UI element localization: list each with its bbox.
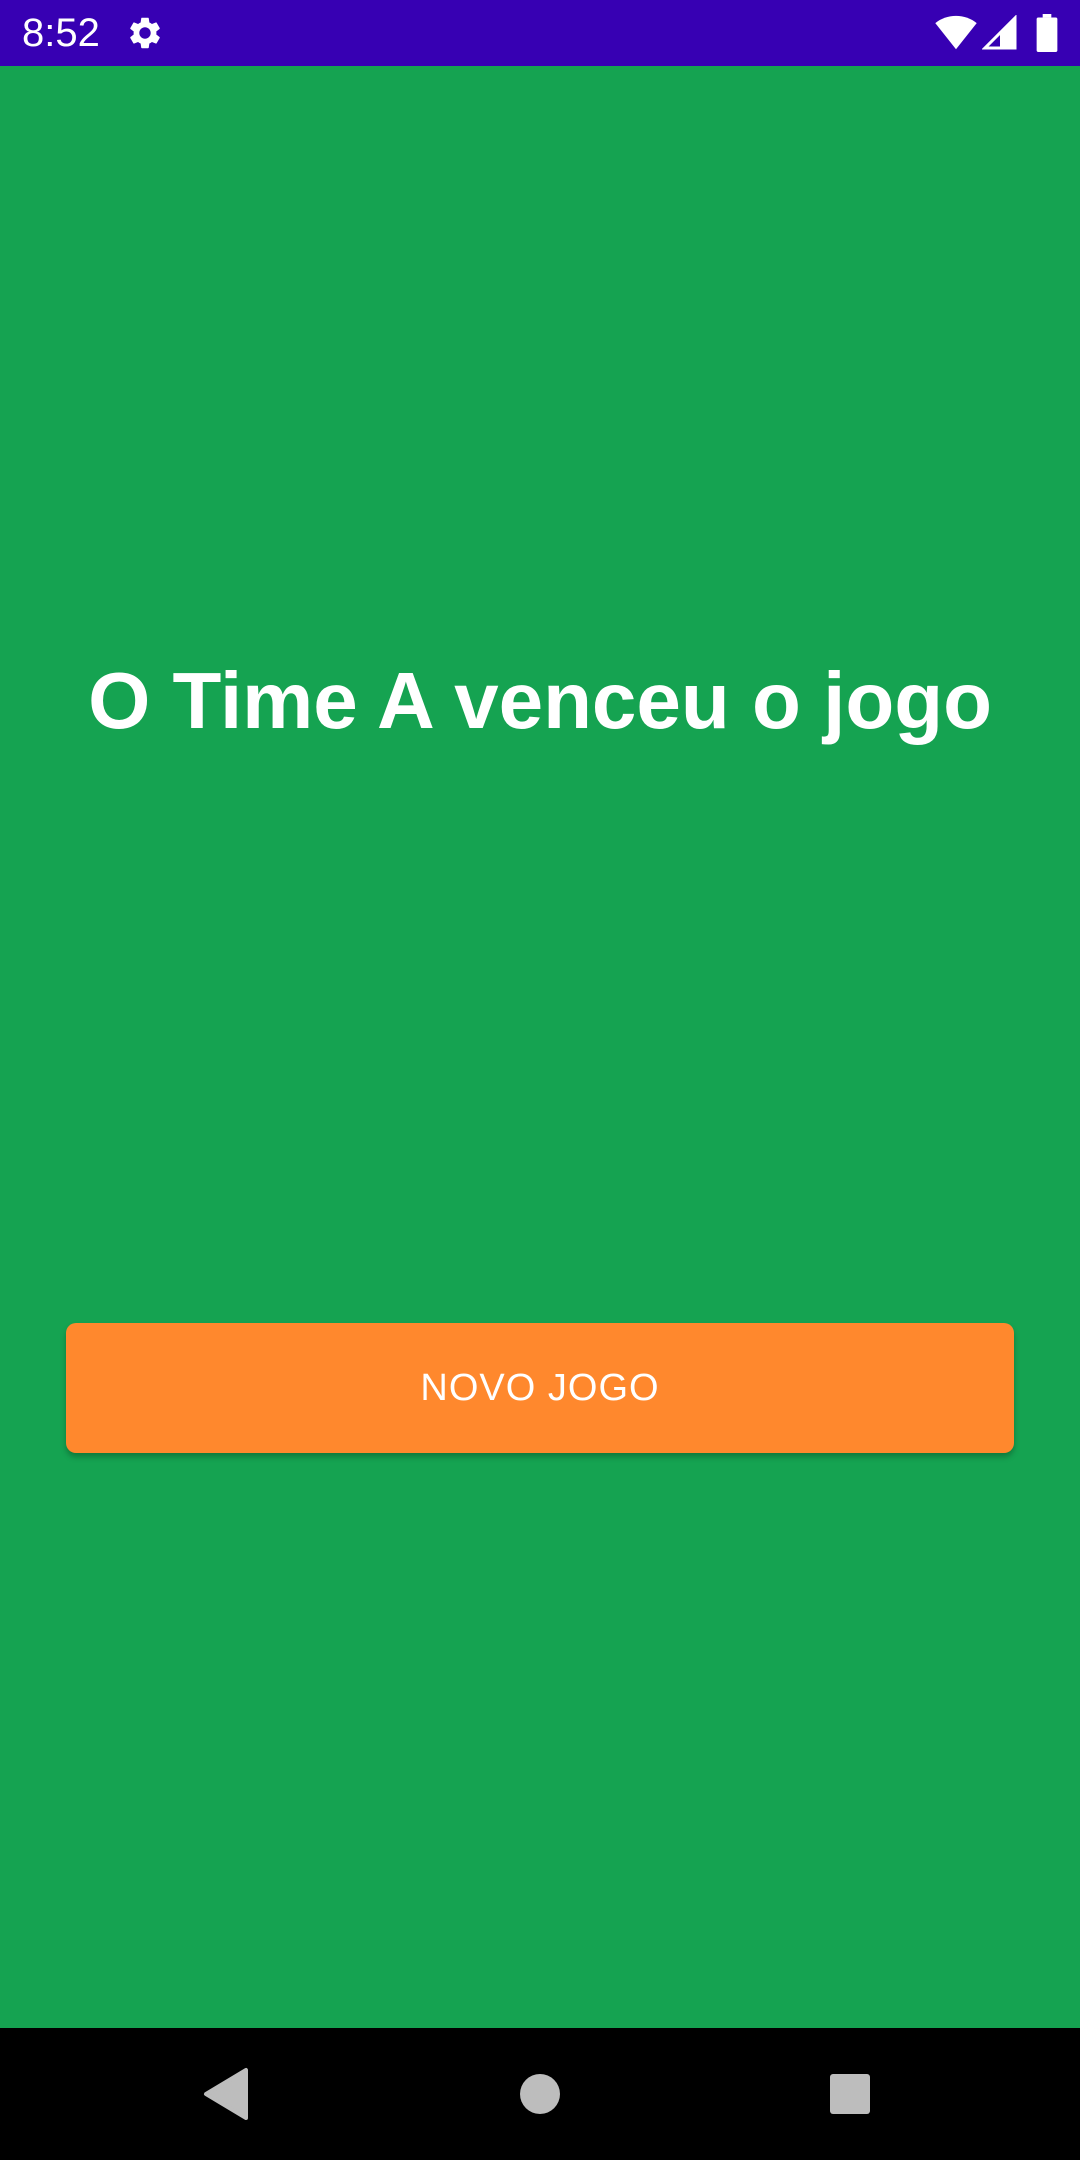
status-time: 8:52 bbox=[22, 11, 100, 55]
navigation-bar bbox=[0, 2028, 1080, 2160]
battery-icon bbox=[1036, 14, 1058, 52]
wifi-icon bbox=[935, 15, 977, 50]
gear-icon bbox=[130, 17, 160, 49]
new-game-button[interactable]: NOVO JOGO bbox=[66, 1323, 1014, 1453]
home-icon[interactable] bbox=[504, 2058, 576, 2130]
cell-signal-icon bbox=[982, 15, 1017, 50]
main-content: O Time A venceu o jogo NOVO JOGO bbox=[0, 66, 1080, 2028]
back-icon[interactable] bbox=[190, 2058, 262, 2130]
status-bar: 8:52 bbox=[0, 0, 1080, 66]
app-screen: 8:52 O Time A venceu o jogo NOVO JOGO bbox=[0, 0, 1080, 2160]
result-message: O Time A venceu o jogo bbox=[88, 656, 992, 745]
recents-icon[interactable] bbox=[814, 2058, 886, 2130]
